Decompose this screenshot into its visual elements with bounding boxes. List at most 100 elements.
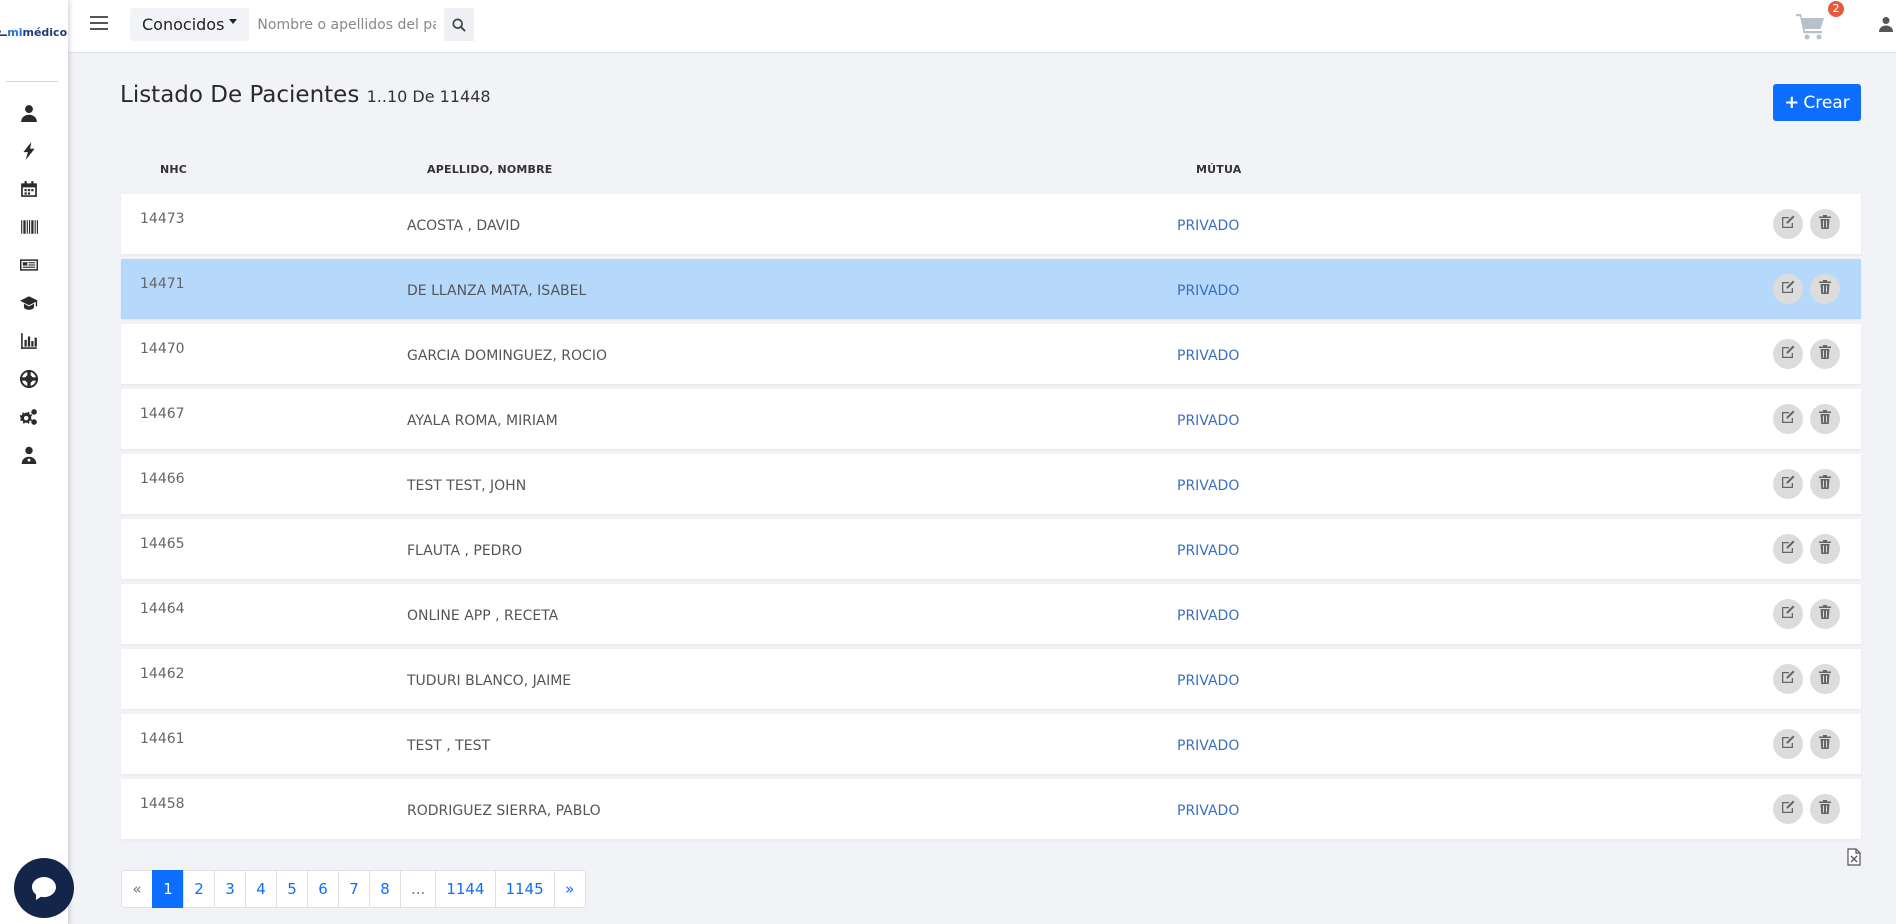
edit-button[interactable] [1773,534,1803,564]
table-row[interactable]: 14467 AYALA ROMA, MIRIAM PRIVADO [121,389,1861,449]
table-row[interactable]: 14461 TEST , TEST PRIVADO [121,714,1861,774]
user-doctor-icon[interactable] [18,444,40,466]
nhc-cell: 14467 [140,406,185,422]
patient-name-cell: ACOSTA , DAVID [407,218,521,234]
mutua-link[interactable]: PRIVADO [1177,283,1239,299]
filter-dropdown-label: Conocidos [142,15,225,34]
delete-button[interactable] [1810,209,1840,239]
delete-button[interactable] [1810,469,1840,499]
table-row[interactable]: 14473 ACOSTA , DAVID PRIVADO [121,194,1861,254]
barcode-icon[interactable] [18,216,40,238]
pagination-next[interactable]: » [553,870,586,908]
plus-icon: + [1784,92,1800,113]
page-title: Listado De Pacientes 1..10 De 11448 [120,82,491,108]
user-icon[interactable] [18,102,40,124]
trash-icon [1817,734,1833,754]
filter-dropdown[interactable]: Conocidos [130,8,249,41]
pagination-page[interactable]: 2 [183,870,215,908]
lifebuoy-icon[interactable] [18,368,40,390]
edit-button[interactable] [1773,599,1803,629]
mutua-link[interactable]: PRIVADO [1177,478,1239,494]
trash-icon [1817,799,1833,819]
edit-button[interactable] [1773,729,1803,759]
patient-name-cell: TEST TEST, JOHN [407,478,527,494]
pagination-page[interactable]: 1144 [435,870,496,908]
delete-button[interactable] [1810,729,1840,759]
sidebar-divider [6,81,58,82]
pagination-page[interactable]: 3 [214,870,246,908]
mutua-link[interactable]: PRIVADO [1177,218,1239,234]
brand-logo[interactable]: ᓚmimédico [0,26,68,46]
edit-button[interactable] [1773,664,1803,694]
delete-button[interactable] [1810,794,1840,824]
create-button[interactable]: + Crear [1773,84,1861,121]
edit-icon [1780,669,1796,689]
search-button[interactable] [444,8,475,41]
nhc-cell: 14462 [140,666,185,682]
column-header-mutua[interactable]: MÚTUA [1196,163,1242,176]
edit-button[interactable] [1773,339,1803,369]
pagination-prev[interactable]: « [121,870,153,908]
bolt-icon[interactable] [18,140,40,162]
column-header-nhc[interactable]: NHC [160,163,187,176]
mutua-link[interactable]: PRIVADO [1177,413,1239,429]
user-menu-icon[interactable] [1878,16,1896,34]
delete-button[interactable] [1810,599,1840,629]
nhc-cell: 14471 [140,276,185,292]
edit-icon [1780,344,1796,364]
pagination-page[interactable]: 1145 [494,870,555,908]
record-range: 1..10 De 11448 [366,87,491,106]
mutua-link[interactable]: PRIVADO [1177,803,1239,819]
delete-button[interactable] [1810,339,1840,369]
trash-icon [1817,669,1833,689]
hamburger-menu-icon[interactable] [90,16,108,34]
table-row[interactable]: 14458 RODRIGUEZ SIERRA, PABLO PRIVADO [121,779,1861,839]
pagination-page[interactable]: 4 [245,870,277,908]
table-row[interactable]: 14466 TEST TEST, JOHN PRIVADO [121,454,1861,514]
delete-button[interactable] [1810,404,1840,434]
nhc-cell: 14461 [140,731,185,747]
mutua-link[interactable]: PRIVADO [1177,738,1239,754]
pagination-page[interactable]: 7 [338,870,370,908]
delete-button[interactable] [1810,534,1840,564]
cart-count-badge: 2 [1828,1,1844,17]
mutua-link[interactable]: PRIVADO [1177,608,1239,624]
trash-icon [1817,279,1833,299]
mutua-link[interactable]: PRIVADO [1177,673,1239,689]
newspaper-icon[interactable] [18,254,40,276]
excel-export-icon[interactable] [1846,848,1862,866]
pagination-page[interactable]: 5 [276,870,308,908]
trash-icon [1817,539,1833,559]
calendar-icon[interactable] [18,178,40,200]
edit-button[interactable] [1773,469,1803,499]
caret-down-icon [229,19,238,24]
chat-bubble-button[interactable] [14,858,74,918]
table-row[interactable]: 14464 ONLINE APP , RECETA PRIVADO [121,584,1861,644]
trash-icon [1817,474,1833,494]
edit-icon [1780,474,1796,494]
pagination-page[interactable]: 6 [307,870,339,908]
delete-button[interactable] [1810,664,1840,694]
table-row[interactable]: 14462 TUDURI BLANCO, JAIME PRIVADO [121,649,1861,709]
graduation-cap-icon[interactable] [18,292,40,314]
table-row[interactable]: 14471 DE LLANZA MATA, ISABEL PRIVADO [121,259,1861,319]
cart-icon[interactable] [1796,12,1828,42]
edit-button[interactable] [1773,404,1803,434]
column-header-name[interactable]: APELLIDO, NOMBRE [427,163,553,176]
delete-button[interactable] [1810,274,1840,304]
gears-icon[interactable] [18,406,40,428]
pagination-page[interactable]: 1 [152,870,184,908]
table-row[interactable]: 14465 FLAUTA , PEDRO PRIVADO [121,519,1861,579]
sidebar: ᓚmimédico [0,0,68,924]
pagination-page[interactable]: 8 [369,870,401,908]
patient-search-input[interactable] [249,8,445,41]
edit-button[interactable] [1773,274,1803,304]
edit-button[interactable] [1773,209,1803,239]
edit-icon [1780,799,1796,819]
table-row[interactable]: 14470 GARCIA DOMINGUEZ, ROCIO PRIVADO [121,324,1861,384]
mutua-link[interactable]: PRIVADO [1177,348,1239,364]
bar-chart-icon[interactable] [18,330,40,352]
mutua-link[interactable]: PRIVADO [1177,543,1239,559]
pagination-page: ... [400,870,437,908]
edit-button[interactable] [1773,794,1803,824]
